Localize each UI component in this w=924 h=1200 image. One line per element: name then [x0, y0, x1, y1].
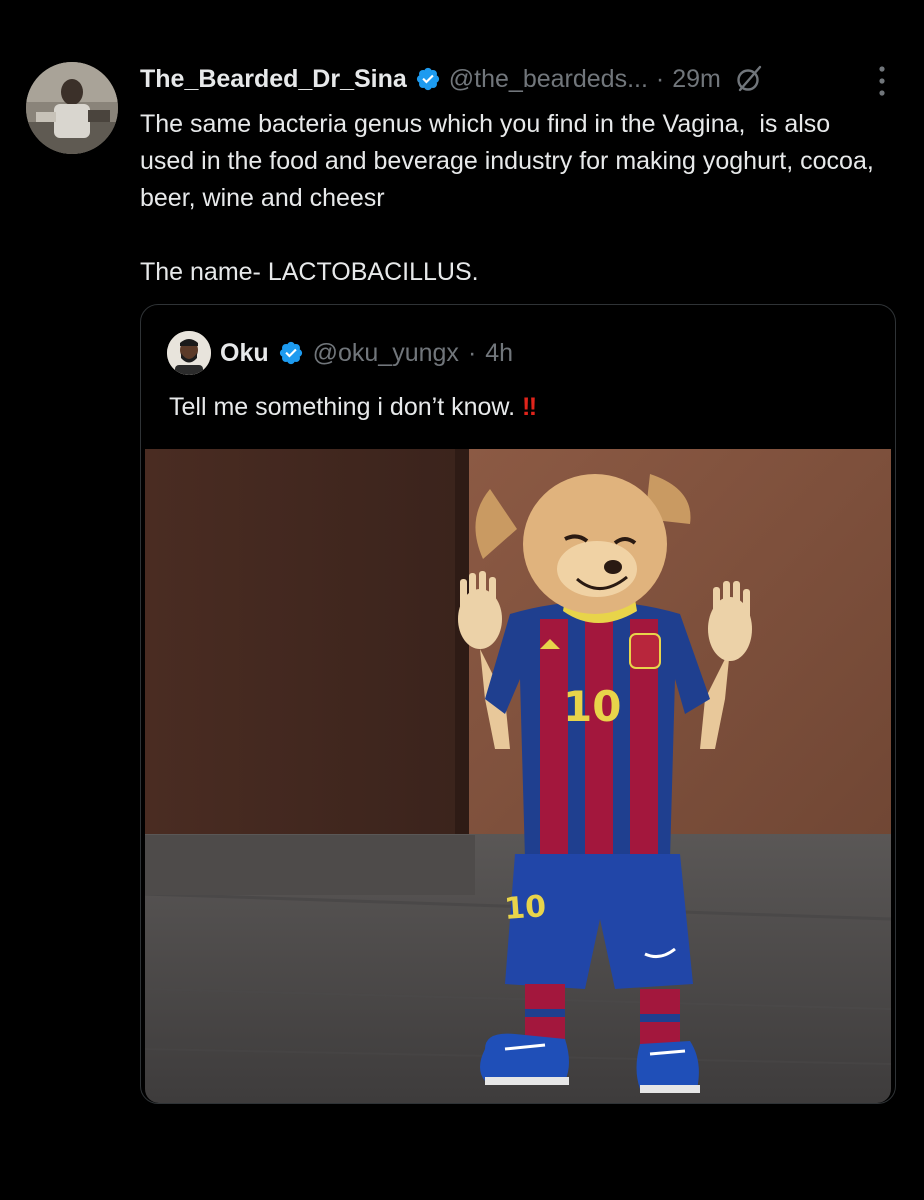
quoted-tweet-media[interactable]: 10 10 [145, 449, 891, 1103]
shorts-number: 10 [503, 889, 547, 927]
quoted-tweet-text-line: Tell me something i don’t know. ‼ [169, 393, 537, 422]
separator-dot: · [655, 64, 665, 93]
dog-in-jersey-image: 10 10 [145, 449, 891, 1103]
quoted-author-avatar[interactable] [167, 331, 211, 375]
author-avatar[interactable] [26, 62, 118, 154]
quoted-author-handle[interactable]: @oku_yungx [313, 339, 459, 368]
tweet-header: The_Bearded_Dr_Sina @the_beardeds... · 2… [140, 62, 765, 96]
tweet-text: The same bacteria genus which you find i… [140, 110, 874, 286]
quoted-tweet-text: Tell me something i don’t know. [169, 393, 516, 421]
verified-badge-icon [416, 67, 439, 91]
grok-icon[interactable] [733, 63, 765, 95]
quoted-tweet-header: Oku @oku_yungx · 4h [167, 329, 513, 377]
quoted-separator-dot: · [467, 338, 477, 367]
tweet-timestamp[interactable]: 29m [672, 65, 721, 94]
author-display-name[interactable]: The_Bearded_Dr_Sina [140, 65, 407, 94]
author-avatar-image [26, 62, 118, 154]
quoted-author-avatar-image [167, 331, 211, 375]
double-exclamation-emoji: ‼ [521, 393, 537, 421]
author-handle[interactable]: @the_beardeds... [449, 65, 648, 94]
more-options-icon[interactable] [874, 64, 890, 98]
quoted-verified-badge-icon [279, 341, 302, 365]
quoted-author-display-name[interactable]: Oku [220, 339, 269, 368]
quoted-tweet-timestamp[interactable]: 4h [485, 339, 513, 368]
quoted-tweet-card[interactable]: Oku @oku_yungx · 4h Tell me something i … [140, 304, 896, 1104]
jersey-number: 10 [563, 682, 621, 731]
